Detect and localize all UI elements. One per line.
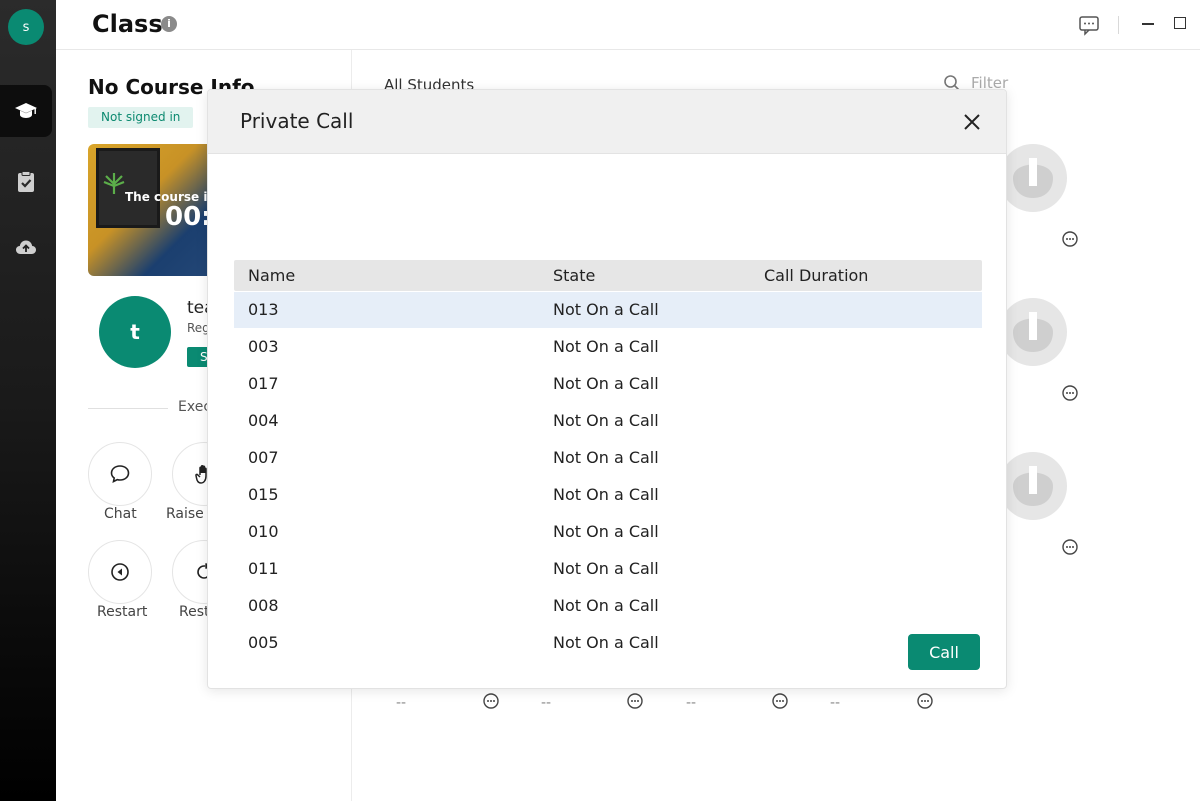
nav-upload-button[interactable] [0, 221, 52, 273]
raise-hand-action-label: Raise I [166, 506, 213, 522]
call-button[interactable]: Call [908, 634, 980, 670]
info-icon[interactable]: i [161, 16, 177, 32]
nav-rail: s [0, 0, 56, 801]
table-row[interactable]: 011 Not On a Call [234, 551, 982, 587]
row-state: Not On a Call [553, 448, 659, 467]
header-divider [1118, 16, 1119, 34]
plant-illustration-icon [103, 173, 125, 194]
page-title: Class [92, 10, 163, 38]
row-name: 008 [248, 596, 279, 615]
graduation-cap-icon [15, 103, 37, 118]
table-row[interactable]: 005 Not On a Call [234, 625, 982, 661]
row-name: 013 [248, 300, 279, 319]
row-name: 004 [248, 411, 279, 430]
student-placeholder: -- [396, 695, 407, 711]
maximize-window-button[interactable] [1174, 17, 1186, 29]
row-name: 010 [248, 522, 279, 541]
student-chat-icon[interactable] [916, 692, 934, 710]
column-header-name[interactable]: Name [248, 266, 295, 285]
app-header: Class i [56, 0, 1200, 50]
restart-icon [111, 563, 129, 581]
teacher-avatar: t [99, 296, 171, 368]
student-chat-icon[interactable] [1061, 230, 1079, 248]
student-chat-icon[interactable] [771, 692, 789, 710]
nav-class-button[interactable] [0, 85, 52, 137]
table-row[interactable]: 017 Not On a Call [234, 366, 982, 402]
student-avatar-icon[interactable] [999, 446, 1067, 526]
column-header-call-duration[interactable]: Call Duration [764, 266, 868, 285]
row-state: Not On a Call [553, 374, 659, 393]
table-row[interactable]: 010 Not On a Call [234, 514, 982, 550]
chat-action-label: Chat [104, 506, 137, 522]
row-name: 017 [248, 374, 279, 393]
user-avatar[interactable]: s [8, 9, 44, 45]
row-state: Not On a Call [553, 485, 659, 504]
table-row[interactable]: 015 Not On a Call [234, 477, 982, 513]
row-state: Not On a Call [553, 411, 659, 430]
student-chat-icon[interactable] [482, 692, 500, 710]
row-name: 011 [248, 559, 279, 578]
row-name: 003 [248, 337, 279, 356]
row-name: 007 [248, 448, 279, 467]
student-chat-icon[interactable] [1061, 384, 1079, 402]
student-placeholder: -- [830, 695, 841, 711]
clipboard-check-icon [18, 171, 34, 192]
feedback-message-icon[interactable] [1078, 14, 1100, 36]
row-state: Not On a Call [553, 633, 659, 652]
row-state: Not On a Call [553, 300, 659, 319]
cloud-upload-icon [16, 240, 36, 254]
section-divider [88, 408, 168, 409]
row-state: Not On a Call [553, 559, 659, 578]
table-header: Name State Call Duration [234, 260, 982, 291]
restart-action-button[interactable] [88, 540, 152, 604]
reset-action-label: Rest [179, 604, 210, 620]
private-call-dialog: Private Call Name State Call Duration 01… [207, 89, 1007, 689]
nav-assignment-button[interactable] [0, 156, 52, 208]
dialog-header: Private Call [208, 90, 1006, 154]
sign-status-badge: Not signed in [88, 107, 194, 128]
row-state: Not On a Call [553, 522, 659, 541]
row-state: Not On a Call [553, 596, 659, 615]
table-row[interactable]: 007 Not On a Call [234, 440, 982, 476]
student-avatar-icon[interactable] [999, 138, 1067, 218]
row-state: Not On a Call [553, 337, 659, 356]
student-avatar-icon[interactable] [999, 292, 1067, 372]
column-header-state[interactable]: State [553, 266, 595, 285]
row-name: 015 [248, 485, 279, 504]
student-chat-icon[interactable] [1061, 538, 1079, 556]
table-row[interactable]: 008 Not On a Call [234, 588, 982, 624]
student-placeholder: -- [541, 695, 552, 711]
course-card-timer: 00: [165, 202, 212, 232]
table-row[interactable]: 004 Not On a Call [234, 403, 982, 439]
close-icon[interactable] [962, 112, 982, 132]
minimize-window-button[interactable] [1142, 23, 1154, 25]
chat-icon [110, 465, 130, 483]
student-chat-icon[interactable] [626, 692, 644, 710]
student-placeholder: -- [686, 695, 697, 711]
dialog-title: Private Call [240, 109, 354, 133]
table-row[interactable]: 013 Not On a Call [234, 292, 982, 328]
row-name: 005 [248, 633, 279, 652]
chat-action-button[interactable] [88, 442, 152, 506]
restart-action-label: Restart [97, 604, 148, 620]
table-row[interactable]: 003 Not On a Call [234, 329, 982, 365]
